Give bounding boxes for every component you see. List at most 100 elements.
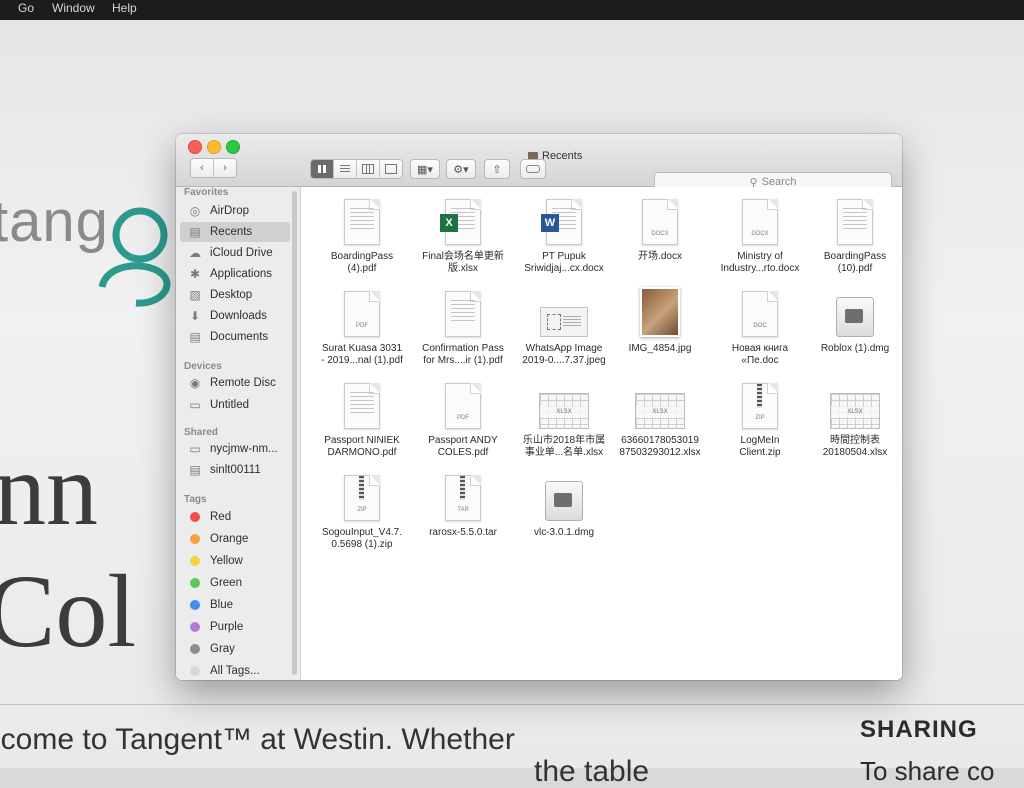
file-name-line-1: PT Pupuk bbox=[542, 251, 586, 262]
sidebar-scrollbar[interactable] bbox=[292, 191, 297, 675]
tags-button[interactable] bbox=[520, 159, 546, 179]
file-item[interactable]: PDF Passport ANDY COLES.pdf bbox=[414, 375, 512, 459]
gallery-icon bbox=[385, 164, 397, 174]
file-item[interactable]: BoardingPass (10).pdf bbox=[806, 191, 902, 275]
doc-file-icon: DOC bbox=[742, 291, 778, 337]
group-by-button[interactable]: ▦▾ bbox=[410, 159, 440, 179]
sidebar-item-icloud-drive[interactable]: ☁ iCloud Drive bbox=[180, 243, 290, 263]
share-icon: ⇧ bbox=[492, 163, 502, 176]
file-icon-wrap bbox=[515, 283, 613, 337]
file-item[interactable]: WhatsApp Image 2019-0....7.37.jpeg bbox=[515, 283, 613, 367]
sidebar-item-shared-1[interactable]: ▭ nycjmw-nm... bbox=[180, 439, 290, 459]
tar-archive-icon: TAR bbox=[445, 475, 481, 521]
all-tags-icon bbox=[190, 666, 200, 676]
sidebar-item-label: Untitled bbox=[210, 399, 249, 411]
yellow-tag-icon bbox=[190, 556, 200, 566]
file-item[interactable]: DOC Новая книга «Пе.doc bbox=[711, 283, 809, 367]
file-item[interactable]: DOCX Ministry of Industry...rto.docx bbox=[711, 191, 809, 275]
list-view-button[interactable] bbox=[334, 160, 357, 178]
zoom-button[interactable] bbox=[226, 140, 240, 154]
file-item[interactable]: Passport NINIEK DARMONO.pdf bbox=[313, 375, 411, 459]
file-name-line-1: Passport NINIEK bbox=[324, 435, 400, 446]
file-item[interactable]: vlc-3.0.1.dmg bbox=[515, 467, 613, 539]
back-button[interactable]: ‹ bbox=[191, 159, 214, 177]
file-icon-wrap bbox=[313, 191, 411, 245]
sidebar-tag-red[interactable]: Red bbox=[180, 507, 290, 527]
file-item[interactable]: ZIP SogouInput_V4.7. 0.5698 (1).zip bbox=[313, 467, 411, 551]
menu-window[interactable]: Window bbox=[52, 1, 95, 15]
file-icon-wrap: W bbox=[515, 191, 613, 245]
file-icon-wrap bbox=[806, 191, 902, 245]
sidebar-tag-green[interactable]: Green bbox=[180, 573, 290, 593]
file-icon-wrap bbox=[806, 283, 902, 337]
sidebar-item-label: nycjmw-nm... bbox=[210, 443, 278, 455]
file-name-line-1: 63660178053019 bbox=[621, 435, 699, 446]
file-item[interactable]: XLSX 63660178053019 87503293012.xlsx bbox=[611, 375, 709, 459]
sidebar-item-downloads[interactable]: ⬇ Downloads bbox=[180, 306, 290, 326]
sidebar-item-recents[interactable]: ▤ Recents bbox=[180, 222, 290, 242]
close-button[interactable] bbox=[188, 140, 202, 154]
file-icon-wrap: DOCX bbox=[611, 191, 709, 245]
sidebar-item-documents[interactable]: ▤ Documents bbox=[180, 327, 290, 347]
file-item[interactable]: W PT Pupuk Sriwidjaj...cx.docx bbox=[515, 191, 613, 275]
sidebar-tag-orange[interactable]: Orange bbox=[180, 529, 290, 549]
file-name-line-1: 乐山市2018年市属 bbox=[522, 435, 606, 446]
blue-tag-icon bbox=[190, 600, 200, 610]
file-item[interactable]: TAR rarosx-5.5.0.tar bbox=[414, 467, 512, 539]
sidebar-item-shared-2[interactable]: ▤ sinlt00111 bbox=[180, 460, 290, 480]
spreadsheet-file-icon: XLSX bbox=[635, 393, 685, 429]
minimize-button[interactable] bbox=[207, 140, 221, 154]
heading-fragment-top: nn bbox=[0, 432, 98, 547]
group-grid-icon: ▦▾ bbox=[417, 163, 433, 176]
sidebar-item-airdrop[interactable]: ◎ AirDrop bbox=[180, 201, 290, 221]
file-icon-wrap: XLSX bbox=[611, 375, 709, 429]
gallery-view-button[interactable] bbox=[380, 160, 402, 178]
menu-help[interactable]: Help bbox=[112, 1, 137, 15]
sidebar-item-label: AirDrop bbox=[210, 205, 249, 217]
file-item[interactable]: ZIP LogMeIn Client.zip bbox=[711, 375, 809, 459]
sidebar-item-untitled[interactable]: ▭ Untitled bbox=[180, 395, 290, 415]
sidebar-item-desktop[interactable]: ▧ Desktop bbox=[180, 285, 290, 305]
excel-file-icon: X bbox=[440, 199, 481, 245]
file-icon-grid: BoardingPass (4).pdf X Final会场名单更新 版.xlsx W PT… bbox=[301, 187, 902, 680]
file-item[interactable]: BoardingPass (4).pdf bbox=[313, 191, 411, 275]
word-file-icon: W bbox=[541, 199, 582, 245]
menu-go[interactable]: Go bbox=[18, 1, 34, 15]
sidebar-item-label: Green bbox=[210, 577, 242, 589]
share-button[interactable]: ⇧ bbox=[484, 159, 510, 179]
file-name-line-2: Sriwidjaj...cx.docx bbox=[524, 263, 604, 274]
file-item[interactable]: XLSX 乐山市2018年市属 事业单...名单.xlsx bbox=[515, 375, 613, 459]
sidebar-item-remote-disc[interactable]: ◉ Remote Disc bbox=[180, 373, 290, 393]
file-item[interactable]: IMG_4854.jpg bbox=[611, 283, 709, 355]
sidebar-tag-gray[interactable]: Gray bbox=[180, 639, 290, 659]
sidebar-item-label: Applications bbox=[210, 268, 273, 280]
sidebar-item-label: Yellow bbox=[210, 555, 243, 567]
sidebar-item-applications[interactable]: ✱ Applications bbox=[180, 264, 290, 284]
file-name-line-2: 87503293012.xlsx bbox=[619, 447, 701, 458]
file-icon-wrap: PDF bbox=[313, 283, 411, 337]
file-name-line-2: (4).pdf bbox=[347, 263, 377, 274]
file-item[interactable]: DOCX 开场.docx bbox=[611, 191, 709, 263]
file-item[interactable]: X Final会场名单更新 版.xlsx bbox=[414, 191, 512, 275]
file-name-line-1: 時間控制表 bbox=[830, 435, 880, 446]
column-view-button[interactable] bbox=[357, 160, 380, 178]
logo-swirl-icon bbox=[98, 207, 171, 307]
file-item[interactable]: PDF Surat Kuasa 3031- 2019...nal (1).pdf bbox=[313, 283, 411, 367]
file-name-line-2: Client.zip bbox=[739, 447, 781, 458]
file-item[interactable]: Roblox (1).dmg bbox=[806, 283, 902, 355]
file-name-line-1: SogouInput_V4.7. bbox=[321, 527, 403, 538]
purple-tag-icon bbox=[190, 622, 200, 632]
action-button[interactable]: ⚙▾ bbox=[446, 159, 476, 179]
sidebar-item-label: Purple bbox=[210, 621, 244, 633]
icon-view-button[interactable] bbox=[311, 160, 334, 178]
sidebar-tag-blue[interactable]: Blue bbox=[180, 595, 290, 615]
sidebar-tag-purple[interactable]: Purple bbox=[180, 617, 290, 637]
finder-sidebar: Favorites ◎ AirDrop ▤ Recents ☁ iCloud Driv… bbox=[176, 187, 301, 680]
sidebar-item-label: sinlt00111 bbox=[210, 464, 261, 476]
divider bbox=[0, 704, 1024, 705]
file-item[interactable]: Confirmation Pass for Mrs....ir (1).pdf bbox=[414, 283, 512, 367]
forward-button[interactable]: › bbox=[214, 159, 236, 177]
sidebar-tag-yellow[interactable]: Yellow bbox=[180, 551, 290, 571]
sidebar-all-tags[interactable]: All Tags... bbox=[180, 661, 290, 680]
file-item[interactable]: XLSX 時間控制表 20180504.xlsx bbox=[806, 375, 902, 459]
